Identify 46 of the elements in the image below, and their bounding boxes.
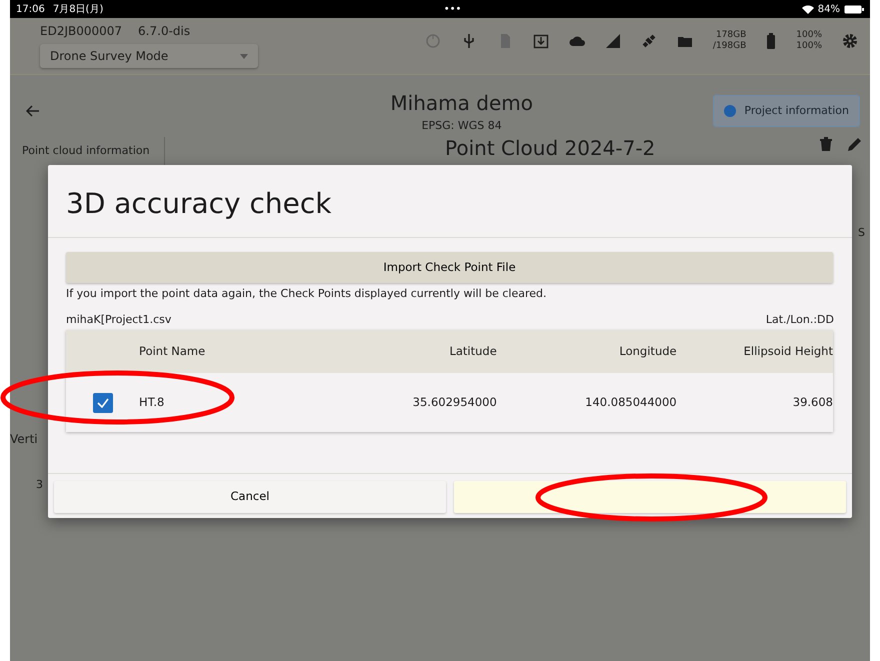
checkmark-icon xyxy=(96,398,109,408)
table-cell-text: HT.8 xyxy=(139,394,166,411)
hint-text: If you import the point data again, the Check Points displayed currently will be cleared. xyxy=(65,286,548,302)
column-header: Longitude xyxy=(618,342,677,360)
background-text: Verti xyxy=(10,431,38,448)
side-panel-label: Point cloud information xyxy=(22,143,151,159)
battery-icon xyxy=(766,32,776,49)
version-label: 6.7.0-dis xyxy=(138,23,190,40)
column-header: Point Name xyxy=(139,342,206,360)
confirm-button[interactable] xyxy=(454,481,846,513)
table-cell-text: 35.602954000 xyxy=(412,394,497,411)
table-cell-text: 39.608 xyxy=(792,394,833,411)
background-text: 3 xyxy=(36,477,43,493)
back-arrow-icon[interactable] xyxy=(26,105,40,117)
wifi-icon xyxy=(802,4,814,14)
battery-text: 100% xyxy=(796,40,822,52)
battery-text: 100% xyxy=(796,30,822,41)
device-id: ED2JB000007 xyxy=(40,23,122,40)
column-header: Ellipsoid Height xyxy=(742,342,833,360)
download-icon[interactable] xyxy=(532,32,549,49)
column-header: Latitude xyxy=(448,342,497,360)
settings-icon[interactable] xyxy=(842,32,858,49)
table-cell-text: 140.085044000 xyxy=(584,394,677,411)
signal-icon[interactable] xyxy=(604,32,621,49)
satellite-icon[interactable] xyxy=(640,32,657,49)
status-dots: ••• xyxy=(444,2,462,16)
cancel-button[interactable]: Cancel xyxy=(54,481,446,513)
caret-icon xyxy=(240,54,248,58)
battery-icon xyxy=(844,4,864,14)
file-name: mihaK[Project1.csv xyxy=(66,312,172,328)
import-button[interactable]: Import Check Point File xyxy=(66,252,833,283)
status-date: 7月8日(月) xyxy=(52,2,104,16)
coordinate-format: Lat./Lon.:DD xyxy=(766,312,834,328)
trash-icon[interactable] xyxy=(820,137,832,151)
dialog-title: 3D accuracy check xyxy=(48,165,852,238)
checkbox[interactable] xyxy=(92,392,113,412)
status-time: 17:06 xyxy=(16,2,45,16)
background-text: S xyxy=(858,225,865,241)
project-info-button[interactable]: Project information xyxy=(713,94,860,128)
storage-text: 178GB xyxy=(714,30,746,41)
project-title: Mihama demo xyxy=(390,90,533,117)
storage-text: /198GB xyxy=(712,40,746,52)
battery-percent: 84% xyxy=(818,2,840,16)
mode-dropdown[interactable]: Drone Survey Mode xyxy=(40,44,258,68)
project-subtitle: EPSG: WGS 84 xyxy=(422,118,502,134)
point-cloud-heading: Point Cloud 2024-7-2 xyxy=(445,135,656,162)
